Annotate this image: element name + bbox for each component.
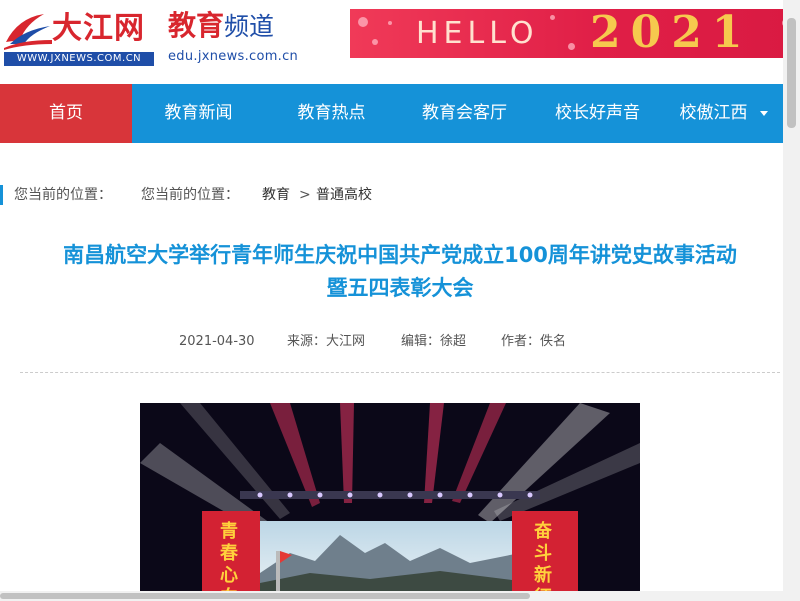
chevron-down-icon	[759, 110, 768, 116]
breadcrumb-accent-bar	[0, 185, 3, 205]
site-header: 大江网 WWW.JXNEWS.COM.CN 教育频道 edu.jxnews.co…	[0, 0, 800, 84]
horizontal-scrollbar-thumb[interactable]	[0, 593, 530, 599]
channel-title[interactable]: 教育频道 edu.jxnews.com.cn	[168, 8, 303, 64]
banner-bokeh-dot	[372, 39, 378, 45]
banner-bokeh-dot	[388, 21, 392, 25]
banner-bokeh-dot	[568, 43, 575, 50]
article-title-line2: 暨五四表彰大会	[326, 276, 474, 300]
logo-name: 大江网	[52, 11, 145, 46]
nav-item-principal-voice[interactable]: 校长好声音	[531, 84, 664, 143]
breadcrumb-label-repeat: 您当前的位置：	[141, 187, 239, 203]
breadcrumb-label: 您当前的位置：	[14, 187, 112, 203]
breadcrumb-link-education[interactable]: 教育	[262, 185, 290, 205]
breadcrumb-link-universities[interactable]: 普通高校	[316, 185, 372, 205]
banner-year-text: 2021	[590, 9, 753, 58]
breadcrumb-separator: >	[299, 187, 311, 203]
article-author: 作者：佚名	[501, 334, 567, 349]
meta-divider	[20, 372, 780, 373]
main-nav: 首页 教育新闻 教育热点 教育会客厅 校长好声音 校傲江西	[0, 84, 800, 143]
vertical-scrollbar-thumb[interactable]	[787, 18, 796, 128]
nav-item-school-pride[interactable]: 校傲江西	[664, 84, 783, 143]
logo-url: WWW.JXNEWS.COM.CN	[4, 52, 154, 66]
article-title: 南昌航空大学举行青年师生庆祝中国共产党成立100周年讲党史故事活动 暨五四表彰大…	[0, 239, 800, 305]
breadcrumb: 您当前的位置： 您当前的位置： 教育 > 普通高校	[0, 185, 800, 205]
article-date: 2021-04-30	[179, 334, 255, 349]
nav-item-education-news[interactable]: 教育新闻	[132, 84, 265, 143]
channel-name-part1: 教育	[168, 9, 225, 42]
banner-bokeh-dot	[358, 17, 368, 27]
article-photo[interactable]: 青春心向 奋斗新征	[140, 403, 640, 601]
channel-url: edu.jxnews.com.cn	[168, 49, 299, 64]
nav-item-home[interactable]: 首页	[0, 84, 132, 143]
article-editor: 编辑：徐超	[401, 334, 467, 349]
article-title-line1: 南昌航空大学举行青年师生庆祝中国共产党成立100周年讲党史故事活动	[63, 243, 737, 267]
vertical-scrollbar[interactable]	[783, 0, 800, 601]
site-logo[interactable]: 大江网 WWW.JXNEWS.COM.CN	[4, 8, 154, 66]
nav-item-education-lounge[interactable]: 教育会客厅	[398, 84, 531, 143]
horizontal-scrollbar[interactable]	[0, 591, 783, 601]
photo-left-banner-text: 青春心向	[220, 521, 238, 601]
banner-bokeh-dot	[550, 15, 555, 20]
photo-right-banner-text: 奋斗新征	[534, 521, 552, 601]
nav-item-education-hot[interactable]: 教育热点	[265, 84, 398, 143]
banner-hello-text: HELLO	[416, 16, 539, 51]
header-banner-ad[interactable]: HELLO 2021	[350, 9, 800, 58]
stage-photo-illustration	[140, 403, 640, 601]
nav-item-school-pride-label: 校傲江西	[679, 103, 748, 123]
logo-wave-icon	[4, 14, 52, 50]
channel-name-part2: 频道	[224, 12, 275, 41]
article-source: 来源：大江网	[287, 334, 366, 349]
